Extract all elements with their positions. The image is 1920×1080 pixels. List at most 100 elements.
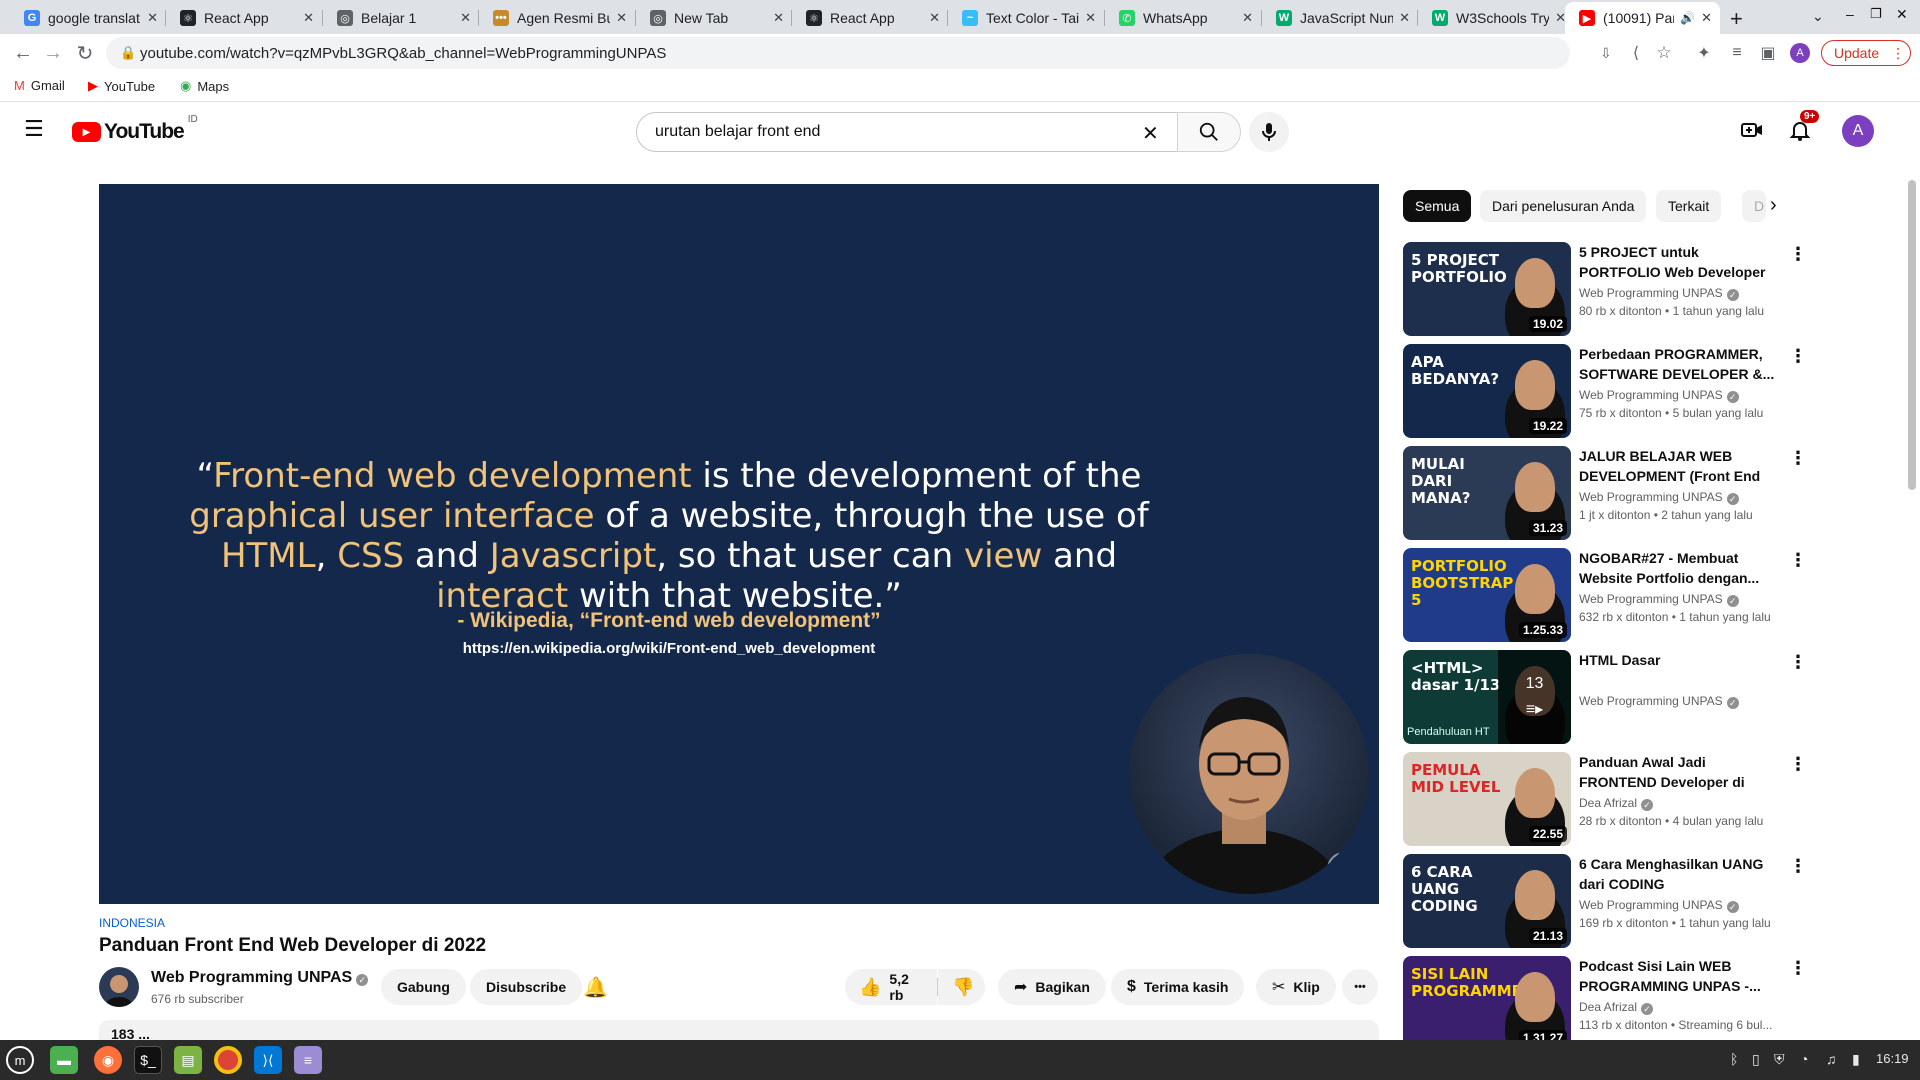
account-avatar[interactable]: A: [1842, 115, 1874, 147]
browser-tab[interactable]: ••• Agen Resmi Bus ✕: [479, 2, 635, 34]
search-button[interactable]: [1177, 112, 1241, 152]
files-folder-icon[interactable]: ▤: [174, 1046, 202, 1074]
more-options-icon[interactable]: ⋮: [1789, 856, 1807, 877]
audio-playing-icon[interactable]: 🔊: [1680, 11, 1695, 25]
recommended-video[interactable]: PEMULA MID LEVEL 22.55 Panduan Awal Jadi F…: [1403, 752, 1807, 846]
video-thumbnail[interactable]: MULAI DARI MANA? 31.23: [1403, 446, 1571, 540]
recommended-video[interactable]: 5 PROJECT PORTFOLIO 19.02 5 PROJECT untuk …: [1403, 242, 1807, 336]
recommended-channel[interactable]: Web Programming UNPAS ✓: [1579, 898, 1739, 913]
recommended-video[interactable]: <HTML> dasar 1/13 13 ≡▸ Pendahuluan HT HTML …: [1403, 650, 1807, 744]
extensions-icon[interactable]: ✦: [1689, 38, 1719, 68]
more-options-icon[interactable]: ⋮: [1789, 754, 1807, 775]
recommended-video[interactable]: 6 CARA UANG CODING 21.13 6 Cara Menghasilk…: [1403, 854, 1807, 948]
chrome-icon[interactable]: [214, 1046, 242, 1074]
tab-close-icon[interactable]: ✕: [929, 10, 940, 26]
clear-search-icon[interactable]: ✕: [1142, 121, 1159, 146]
browser-tab[interactable]: W W3Schools Tryi ✕: [1418, 2, 1574, 34]
share-button[interactable]: ➦ Bagikan: [998, 969, 1106, 1005]
subscribed-button[interactable]: Disubscribe: [470, 969, 583, 1005]
video-thumbnail[interactable]: PORTFOLIO BOOTSTRAP 5 1.25.33: [1403, 548, 1571, 642]
more-options-icon[interactable]: ⋮: [1789, 346, 1807, 367]
browser-tab[interactable]: ⚛ React App ✕: [166, 2, 322, 34]
video-player[interactable]: “Front-end web development is the develo…: [99, 184, 1379, 904]
tab-close-icon[interactable]: ✕: [1242, 10, 1253, 26]
video-hashtag[interactable]: INDONESIA: [99, 916, 165, 930]
bookmark-youtube[interactable]: ▶ YouTube: [88, 78, 155, 94]
hamburger-menu-icon[interactable]: ☰: [24, 118, 44, 140]
bookmark-gmail[interactable]: M Gmail: [14, 78, 65, 93]
tab-close-icon[interactable]: ✕: [1399, 10, 1410, 26]
video-thumbnail[interactable]: 5 PROJECT PORTFOLIO 19.02: [1403, 242, 1571, 336]
text-editor-icon[interactable]: ≡: [294, 1046, 322, 1074]
tab-close-icon[interactable]: ✕: [460, 10, 471, 26]
new-tab-icon[interactable]: +: [1730, 6, 1743, 32]
volume-icon[interactable]: ♫: [1826, 1051, 1837, 1067]
back-icon[interactable]: ←: [8, 38, 38, 68]
update-button[interactable]: Update ⋮: [1821, 40, 1911, 66]
bookmark-star-icon[interactable]: ☆: [1649, 38, 1679, 68]
media-control-icon[interactable]: ≡: [1722, 38, 1752, 68]
bookmark-maps[interactable]: ◉ Maps: [180, 78, 229, 94]
recommended-channel[interactable]: Web Programming UNPAS ✓: [1579, 694, 1739, 709]
recommended-channel[interactable]: Web Programming UNPAS ✓: [1579, 592, 1739, 607]
clipboard-icon[interactable]: ▯: [1752, 1051, 1760, 1068]
like-button[interactable]: 👍 5,2 rb: [845, 969, 937, 1005]
reload-icon[interactable]: ↻: [70, 38, 100, 68]
dislike-button[interactable]: 👎: [938, 969, 985, 1005]
more-options-icon[interactable]: ⋮: [1789, 448, 1807, 469]
browser-tab[interactable]: ✆ WhatsApp ✕: [1105, 2, 1261, 34]
search-input[interactable]: urutan belajar front end ✕: [636, 112, 1178, 152]
browser-tab[interactable]: Ggoogle translat ✕: [10, 2, 166, 34]
channel-name[interactable]: Web Programming UNPAS ✓: [151, 969, 369, 987]
thanks-button[interactable]: $ Terima kasih: [1111, 969, 1245, 1005]
voice-search-button[interactable]: [1249, 112, 1289, 152]
recommended-channel[interactable]: Web Programming UNPAS ✓: [1579, 490, 1739, 505]
browser-tab[interactable]: ⚛ React App ✕: [792, 2, 948, 34]
recommended-video[interactable]: APA BEDANYA? 19.22 Perbedaan PROGRAMMER, S…: [1403, 344, 1807, 438]
filter-chip[interactable]: Dari penelusuran Anda: [1480, 190, 1647, 222]
firefox-icon[interactable]: ◉: [94, 1046, 122, 1074]
address-bar[interactable]: 🔒 youtube.com/watch?v=qzMPvbL3GRQ&ab_cha…: [106, 37, 1612, 69]
window-close-icon[interactable]: ✕: [1896, 6, 1908, 23]
tab-close-icon[interactable]: ✕: [1701, 10, 1712, 26]
recommended-video[interactable]: PORTFOLIO BOOTSTRAP 5 1.25.33 NGOBAR#27 - …: [1403, 548, 1807, 642]
show-desktop-icon[interactable]: ▬: [50, 1046, 78, 1074]
recommended-channel[interactable]: Dea Afrizal ✓: [1579, 796, 1654, 811]
video-thumbnail[interactable]: SISI LAIN PROGRAMMER 1.31.27: [1403, 956, 1571, 1050]
video-thumbnail[interactable]: <HTML> dasar 1/13 13 ≡▸ Pendahuluan HT: [1403, 650, 1571, 744]
clock[interactable]: 16:19: [1876, 1051, 1909, 1066]
tab-close-icon[interactable]: ✕: [147, 10, 158, 26]
browser-tab[interactable]: ◎ New Tab ✕: [636, 2, 792, 34]
filter-chip[interactable]: D: [1742, 190, 1766, 222]
tab-search-icon[interactable]: ⌄: [1812, 8, 1824, 25]
page-scrollbar[interactable]: [1908, 180, 1916, 490]
share-icon[interactable]: ⟨: [1621, 38, 1651, 68]
shield-icon[interactable]: ⛨: [1774, 1051, 1785, 1068]
description-box[interactable]: 183 ...: [99, 1020, 1379, 1040]
browser-tab[interactable]: ◎ Belajar 1 ✕: [323, 2, 479, 34]
more-options-icon[interactable]: ⋮: [1789, 958, 1807, 979]
recommended-video[interactable]: MULAI DARI MANA? 31.23 JALUR BELAJAR WEB D…: [1403, 446, 1807, 540]
browser-tab[interactable]: ▶ (10091) Pan 🔊 ✕: [1565, 2, 1720, 34]
recommended-channel[interactable]: Dea Afrizal ✓: [1579, 1000, 1654, 1015]
video-thumbnail[interactable]: PEMULA MID LEVEL 22.55: [1403, 752, 1571, 846]
more-options-icon[interactable]: ⋮: [1789, 244, 1807, 265]
network-icon[interactable]: ◔: [1800, 1051, 1808, 1067]
more-options-icon[interactable]: ⋮: [1789, 550, 1807, 571]
recommended-video[interactable]: SISI LAIN PROGRAMMER 1.31.27 Podcast Sisi …: [1403, 956, 1807, 1050]
video-thumbnail[interactable]: APA BEDANYA? 19.22: [1403, 344, 1571, 438]
tab-close-icon[interactable]: ✕: [1085, 10, 1096, 26]
join-button[interactable]: Gabung: [381, 969, 466, 1005]
more-options-icon[interactable]: ⋮: [1789, 652, 1807, 673]
start-menu-icon[interactable]: m: [6, 1046, 34, 1074]
more-actions-button[interactable]: •••: [1342, 969, 1378, 1005]
youtube-logo[interactable]: ▶ YouTube ID: [72, 114, 198, 144]
video-thumbnail[interactable]: 6 CARA UANG CODING 21.13: [1403, 854, 1571, 948]
recommended-channel[interactable]: Web Programming UNPAS ✓: [1579, 286, 1739, 301]
recommended-channel[interactable]: Web Programming UNPAS ✓: [1579, 388, 1739, 403]
tab-close-icon[interactable]: ✕: [616, 10, 627, 26]
chips-next-icon[interactable]: ›: [1770, 194, 1777, 217]
battery-icon[interactable]: ▮: [1852, 1051, 1860, 1068]
browser-tab[interactable]: W JavaScript Num ✕: [1262, 2, 1418, 34]
window-restore-icon[interactable]: ❐: [1870, 6, 1882, 22]
